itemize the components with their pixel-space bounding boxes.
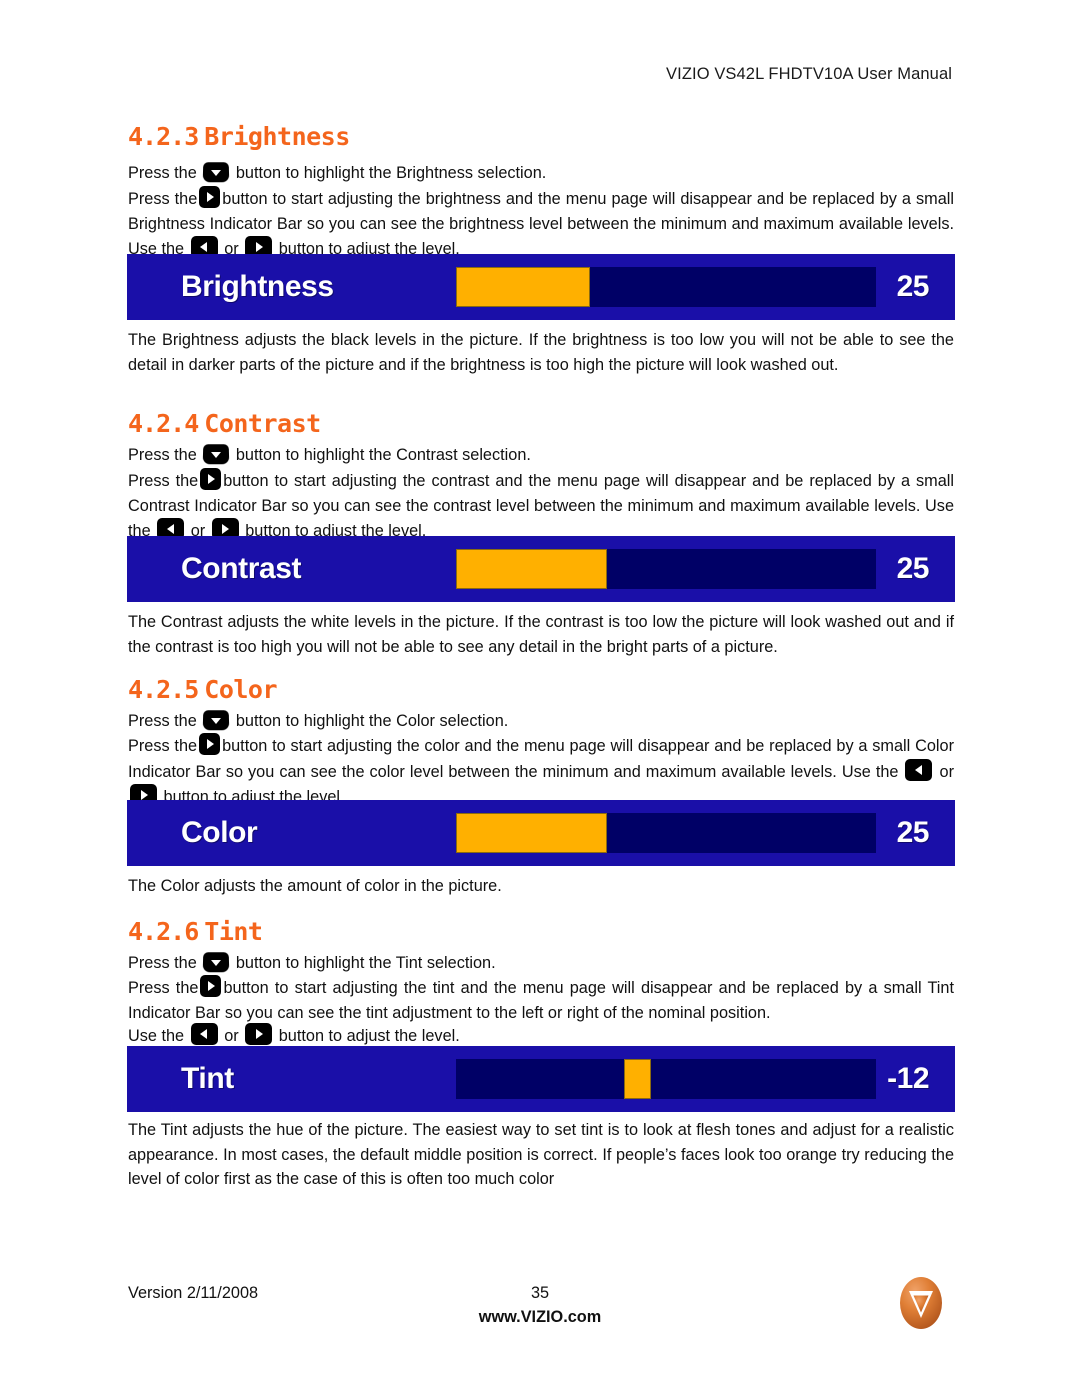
right-button-icon: [200, 975, 222, 997]
section-title: Brightness: [204, 122, 350, 151]
brightness-paragraph-2: Press the button to start adjusting the b…: [128, 186, 954, 262]
section-title: Color: [204, 675, 278, 704]
tint-description: The Tint adjusts the hue of the picture.…: [128, 1121, 954, 1189]
right-button-icon: [200, 468, 222, 490]
osd-fill: [456, 267, 591, 307]
down-button-icon: [203, 952, 230, 973]
osd-value: 25: [896, 816, 930, 849]
manual-page: VIZIO VS42L FHDTV10A User Manual 4.2.3 Br…: [0, 0, 1080, 1397]
section-title: Tint: [204, 917, 263, 946]
section-title: Contrast: [204, 409, 321, 438]
osd-label: Brightness: [181, 270, 334, 303]
osd-label: Contrast: [181, 552, 302, 585]
right-button-icon: [199, 186, 221, 208]
section-heading-brightness: 4.2.3 Brightness: [128, 122, 350, 151]
osd-track[interactable]: [456, 1059, 876, 1099]
section-number: 4.2.6: [128, 917, 199, 946]
section-heading-contrast: 4.2.4 Contrast: [128, 409, 321, 438]
contrast-paragraph-1: Press the button to highlight the Contra…: [128, 444, 531, 465]
down-button-icon: [203, 710, 230, 731]
color-paragraph-2: Press the button to start adjusting the c…: [128, 733, 954, 810]
osd-marker: [624, 1059, 652, 1099]
osd-value: 25: [896, 552, 930, 585]
osd-track[interactable]: [456, 549, 876, 589]
osd-bar-contrast: Contrast 25: [127, 536, 955, 602]
running-header: VIZIO VS42L FHDTV10A User Manual: [666, 65, 952, 83]
left-button-icon: [905, 758, 933, 781]
tint-paragraph-3: Use the or button to adjust the level.: [128, 1023, 954, 1049]
left-button-icon: [190, 1023, 218, 1045]
osd-value: 25: [896, 270, 930, 303]
brightness-paragraph-1: Press the button to highlight the Bright…: [128, 162, 547, 183]
osd-bar-tint: Tint -12: [127, 1046, 955, 1112]
right-button-icon: [199, 733, 221, 755]
section-number: 4.2.3: [128, 122, 199, 151]
section-heading-tint: 4.2.6 Tint: [128, 917, 263, 946]
osd-value: -12: [887, 1062, 929, 1095]
osd-track[interactable]: [456, 267, 876, 307]
osd-bar-brightness: Brightness 25: [127, 254, 955, 320]
contrast-description: The Contrast adjusts the white levels in…: [128, 613, 954, 656]
brightness-description: The Brightness adjusts the black levels …: [128, 331, 954, 374]
color-paragraph-1: Press the button to highlight the Color …: [128, 710, 509, 731]
section-number: 4.2.5: [128, 675, 199, 704]
osd-bar-color: Color 25: [127, 800, 955, 866]
down-button-icon: [203, 444, 230, 465]
osd-fill: [456, 813, 608, 853]
down-button-icon: [203, 162, 230, 183]
tint-paragraph-2: Press the button to start adjusting the t…: [128, 975, 954, 1025]
osd-label: Color: [181, 816, 258, 849]
vizio-logo: [896, 1274, 946, 1332]
color-description: The Color adjusts the amount of color in…: [128, 877, 502, 895]
contrast-paragraph-2: Press the button to start adjusting the c…: [128, 468, 954, 544]
osd-fill: [456, 549, 608, 589]
right-button-icon: [245, 1023, 273, 1045]
section-heading-color: 4.2.5 Color: [128, 675, 278, 704]
tint-paragraph-1: Press the button to highlight the Tint s…: [128, 952, 496, 973]
osd-label: Tint: [181, 1062, 234, 1095]
section-number: 4.2.4: [128, 409, 199, 438]
osd-track[interactable]: [456, 813, 876, 853]
